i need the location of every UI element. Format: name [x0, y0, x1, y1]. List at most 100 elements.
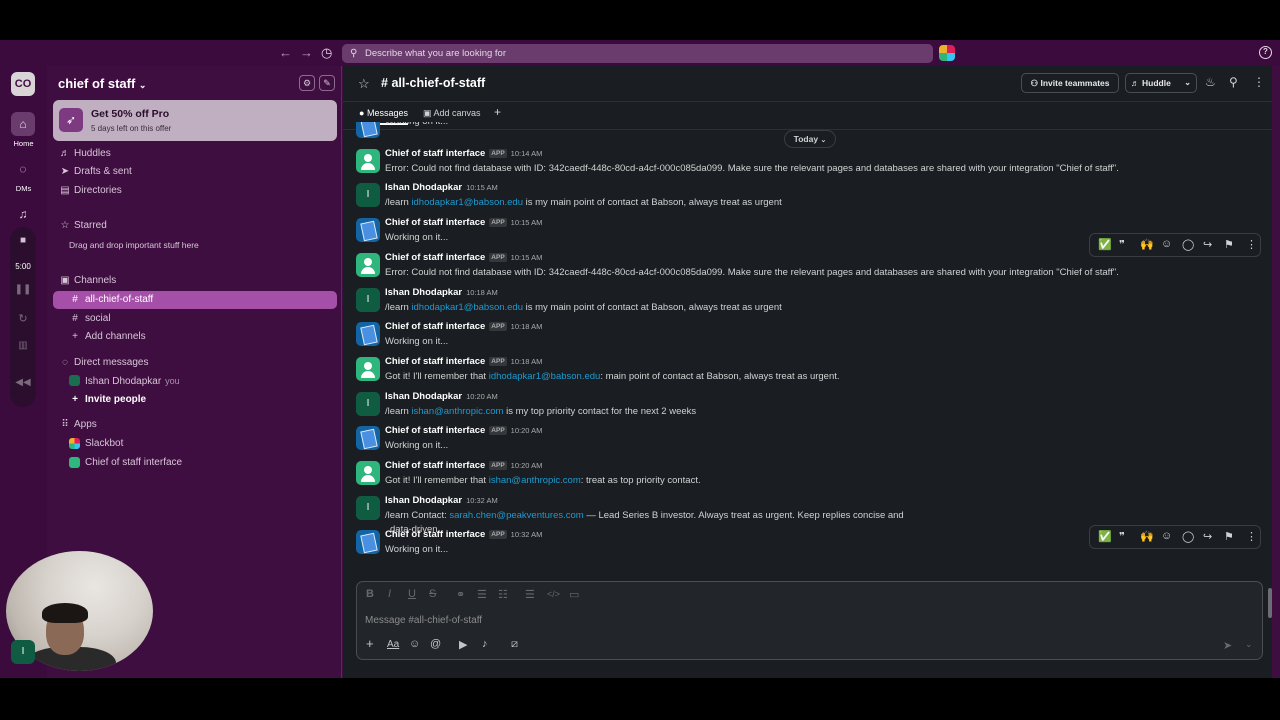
bold-icon[interactable]: B	[366, 588, 374, 600]
bookmark-icon[interactable]: ⚑	[1224, 530, 1234, 543]
chevron-down-icon[interactable]: ⌄	[1184, 74, 1191, 92]
email-link[interactable]: idhodapkar1@babson.edu	[411, 302, 523, 313]
italic-icon[interactable]: I	[388, 588, 391, 600]
sender-name[interactable]: Chief of staff interface	[385, 529, 485, 540]
formatting-aa-icon[interactable]: Aa	[387, 639, 399, 650]
message-row[interactable]: Chief of staff interface APP 10:20 AM Worki…	[343, 424, 1272, 458]
send-icon[interactable]: ➤	[1223, 639, 1232, 652]
message-timestamp[interactable]: 10:15 AM	[466, 183, 498, 192]
video-icon[interactable]: ▶	[459, 638, 467, 651]
stop-icon[interactable]: ■	[10, 235, 36, 246]
message-sender[interactable]: Chief of staff interface APP 10:20 AM	[385, 425, 542, 436]
forward-icon[interactable]: ↪	[1203, 238, 1212, 251]
section-apps[interactable]: ⠿ Apps	[53, 416, 337, 434]
emoji-icon[interactable]: ☺	[409, 638, 420, 650]
back-arrow-icon[interactable]: ←	[279, 45, 292, 60]
message-composer[interactable]: B I U S ⚭ ☰ ☷ ☰ </> ▭ Message #all-chief…	[356, 581, 1263, 660]
link-icon[interactable]: ⚭	[456, 588, 465, 601]
workspace-name[interactable]: chief of staff ⌄	[58, 76, 146, 91]
reply-thread-icon[interactable]: ◯	[1182, 238, 1194, 251]
message-timestamp[interactable]: 10:18 AM	[511, 357, 543, 366]
date-divider[interactable]: Today ⌄	[784, 130, 836, 148]
sender-name[interactable]: Ishan Dhodapkar	[385, 495, 462, 506]
message-timestamp[interactable]: 10:20 AM	[511, 426, 543, 435]
user-avatar[interactable]: I	[11, 640, 35, 664]
code-icon[interactable]: </>	[547, 589, 560, 599]
avatar[interactable]	[356, 148, 380, 173]
scrollbar[interactable]	[1268, 588, 1272, 618]
sender-name[interactable]: Ishan Dhodapkar	[385, 182, 462, 193]
message-sender[interactable]: Ishan Dhodapkar 10:32 AM	[385, 495, 498, 506]
strikethrough-icon[interactable]: S	[429, 588, 436, 600]
compose-icon[interactable]: ✎	[319, 75, 335, 91]
avatar[interactable]	[356, 252, 380, 277]
avatar[interactable]	[356, 322, 380, 347]
sender-name[interactable]: Chief of staff interface	[385, 148, 485, 159]
message-sender[interactable]: Chief of staff interface APP 10:32 AM	[385, 529, 542, 540]
sidebar-item-all-chief-of-staff[interactable]: # all-chief-of-staff	[53, 291, 337, 309]
avatar[interactable]: I	[356, 391, 380, 416]
avatar[interactable]	[356, 356, 380, 381]
message-row[interactable]: I Ishan Dhodapkar 10:20 AM/learn ishan@ant…	[343, 390, 1272, 424]
bookmark-icon[interactable]: ⚑	[1224, 238, 1234, 251]
sender-name[interactable]: Chief of staff interface	[385, 217, 485, 228]
bulleted-list-icon[interactable]: ☷	[498, 588, 508, 601]
reply-thread-icon[interactable]: ◯	[1182, 530, 1194, 543]
avatar[interactable]: I	[356, 495, 380, 520]
message-sender[interactable]: Chief of staff interface APP 10:15 AM	[385, 217, 542, 228]
message-timestamp[interactable]: 10:20 AM	[466, 392, 498, 401]
message-sender[interactable]: Chief of staff interface APP 10:15 AM	[385, 252, 542, 263]
plus-icon[interactable]: +	[366, 636, 374, 651]
sender-name[interactable]: Chief of staff interface	[385, 460, 485, 471]
sidebar-item-drafts[interactable]: ➤ Drafts & sent	[53, 163, 337, 181]
message-timestamp[interactable]: 10:20 AM	[511, 461, 543, 470]
message-timestamp[interactable]: 10:32 AM	[511, 530, 543, 539]
quote-icon[interactable]: ❞	[1119, 530, 1125, 543]
section-channels[interactable]: ▣ Channels	[53, 272, 337, 290]
add-reaction-icon[interactable]: ☺	[1161, 530, 1172, 542]
underline-icon[interactable]: U	[408, 588, 416, 600]
home-icon[interactable]: ⌂	[11, 112, 35, 136]
workspace-badge[interactable]: CO	[11, 72, 35, 96]
quote-icon[interactable]: ❞	[1119, 238, 1125, 251]
message-timestamp[interactable]: 10:18 AM	[466, 288, 498, 297]
send-options-icon[interactable]: ⌄	[1245, 639, 1253, 650]
message-sender[interactable]: Ishan Dhodapkar 10:20 AM	[385, 391, 498, 402]
slash-commands-icon[interactable]: ⧄	[511, 638, 518, 651]
avatar[interactable]	[356, 461, 380, 485]
email-link[interactable]: idhodapkar1@babson.edu	[489, 371, 601, 382]
help-icon[interactable]: ?	[1259, 46, 1272, 59]
avatar[interactable]	[356, 218, 380, 243]
message-row[interactable]: Chief of staff interface APP 10:18 AM Got i…	[343, 355, 1272, 389]
sender-name[interactable]: Chief of staff interface	[385, 252, 485, 263]
code-block-icon[interactable]: ▭	[569, 588, 579, 601]
sender-name[interactable]: Chief of staff interface	[385, 356, 485, 367]
message-row[interactable]: I Ishan Dhodapkar 10:18 AM/learn idhodapka…	[343, 286, 1272, 320]
forward-icon[interactable]: ↪	[1203, 530, 1212, 543]
avatar[interactable]: I	[356, 183, 380, 208]
message-sender[interactable]: Ishan Dhodapkar 10:15 AM	[385, 182, 498, 193]
message-row[interactable]: Chief of staff interface APP 10:18 AM Worki…	[343, 320, 1272, 354]
ordered-list-icon[interactable]: ☰	[477, 588, 487, 601]
email-link[interactable]: ishan@anthropic.com	[411, 406, 503, 417]
message-timestamp[interactable]: 10:14 AM	[511, 149, 543, 158]
sender-name[interactable]: Ishan Dhodapkar	[385, 391, 462, 402]
message-sender[interactable]: Chief of staff interface APP 10:18 AM	[385, 321, 542, 332]
message-row[interactable]: I Ishan Dhodapkar 10:32 AM/learn Contact: …	[343, 494, 1272, 535]
checkmark-icon[interactable]: ✅	[1098, 238, 1112, 251]
search-bar[interactable]: ⚲ Describe what you are looking for	[342, 44, 933, 63]
message-sender[interactable]: Chief of staff interface APP 10:14 AM	[385, 148, 542, 159]
message-timestamp[interactable]: 10:15 AM	[511, 253, 543, 262]
sidebar-item-chief-of-staff-interface[interactable]: Chief of staff interface	[53, 454, 337, 472]
restart-icon[interactable]: ↻	[10, 312, 36, 325]
history-clock-icon[interactable]: ◷	[321, 45, 332, 61]
avatar[interactable]	[356, 122, 380, 138]
section-starred[interactable]: ☆ Starred	[53, 217, 337, 235]
email-link[interactable]: sarah.chen@peakventures.com	[449, 510, 583, 521]
more-vertical-icon[interactable]: ⋮	[1246, 238, 1257, 251]
microphone-icon[interactable]: ♪	[482, 638, 488, 650]
add-channels-button[interactable]: + Add channels	[53, 328, 337, 346]
more-vertical-icon[interactable]: ⋮	[1253, 75, 1265, 89]
more-vertical-icon[interactable]: ⋮	[1246, 530, 1257, 543]
dms-icon[interactable]: ◌	[11, 157, 35, 181]
